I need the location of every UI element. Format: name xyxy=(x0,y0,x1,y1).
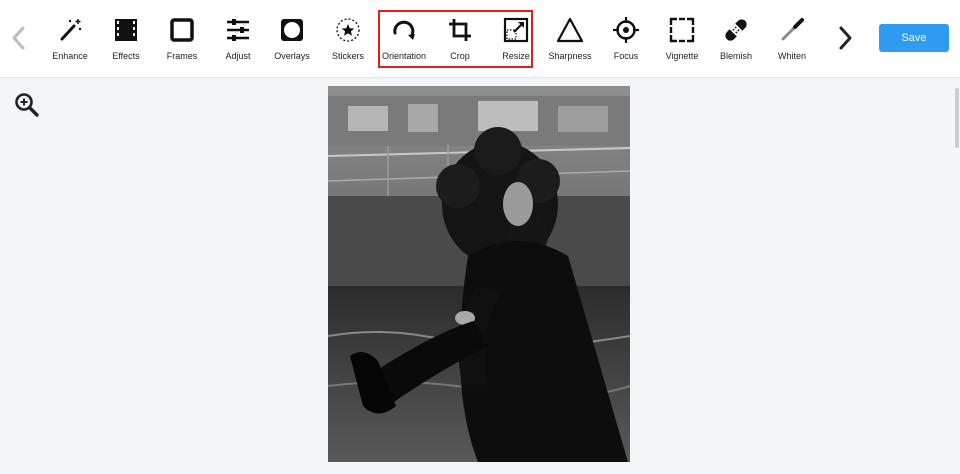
star-sticker-icon xyxy=(336,18,360,42)
crosshair-icon xyxy=(613,17,639,43)
frame-icon xyxy=(170,18,194,42)
photo xyxy=(328,86,630,462)
tool-group-highlight xyxy=(378,10,533,68)
magic-wand-icon xyxy=(60,19,82,41)
tool-sharpness-label: Sharpness xyxy=(548,51,592,61)
tool-vignette[interactable]: Vignette xyxy=(654,14,710,64)
sliders-icon xyxy=(227,19,249,41)
triangle-icon xyxy=(556,17,584,43)
tool-frames[interactable]: Frames xyxy=(154,14,210,64)
zoom-in-icon[interactable] xyxy=(14,92,40,118)
tool-effects-label: Effects xyxy=(112,51,140,61)
tool-focus-label: Focus xyxy=(613,51,639,61)
tool-enhance[interactable]: Enhance xyxy=(42,14,98,64)
scrollbar-thumb[interactable] xyxy=(955,88,959,148)
overlay-icon xyxy=(281,19,303,41)
tool-frames-label: Frames xyxy=(166,51,198,61)
tool-vignette-label: Vignette xyxy=(665,51,699,61)
tool-effects[interactable]: Effects xyxy=(98,14,154,64)
tool-enhance-label: Enhance xyxy=(52,51,88,61)
brush-icon xyxy=(781,18,804,41)
tool-overlays-label: Overlays xyxy=(274,51,310,61)
vertical-scrollbar[interactable] xyxy=(954,78,960,474)
save-button[interactable]: Save xyxy=(879,24,949,52)
tool-sharpness[interactable]: Sharpness xyxy=(542,14,598,64)
chevron-right-icon[interactable] xyxy=(836,24,854,52)
tool-whiten[interactable]: Whiten xyxy=(764,14,820,64)
film-icon xyxy=(115,19,137,41)
bandage-icon xyxy=(725,19,747,41)
vignette-icon xyxy=(669,17,695,43)
tool-focus[interactable]: Focus xyxy=(598,14,654,64)
tool-adjust[interactable]: Adjust xyxy=(210,14,266,64)
tool-overlays[interactable]: Overlays xyxy=(264,14,320,64)
photo-canvas[interactable] xyxy=(328,86,630,462)
tool-blemish[interactable]: Blemish xyxy=(708,14,764,64)
tool-adjust-label: Adjust xyxy=(225,51,251,61)
tool-whiten-label: Whiten xyxy=(777,51,806,61)
tool-stickers-label: Stickers xyxy=(331,51,364,61)
chevron-left-icon[interactable] xyxy=(10,24,28,52)
tool-stickers[interactable]: Stickers xyxy=(320,14,376,64)
tool-blemish-label: Blemish xyxy=(719,51,752,61)
